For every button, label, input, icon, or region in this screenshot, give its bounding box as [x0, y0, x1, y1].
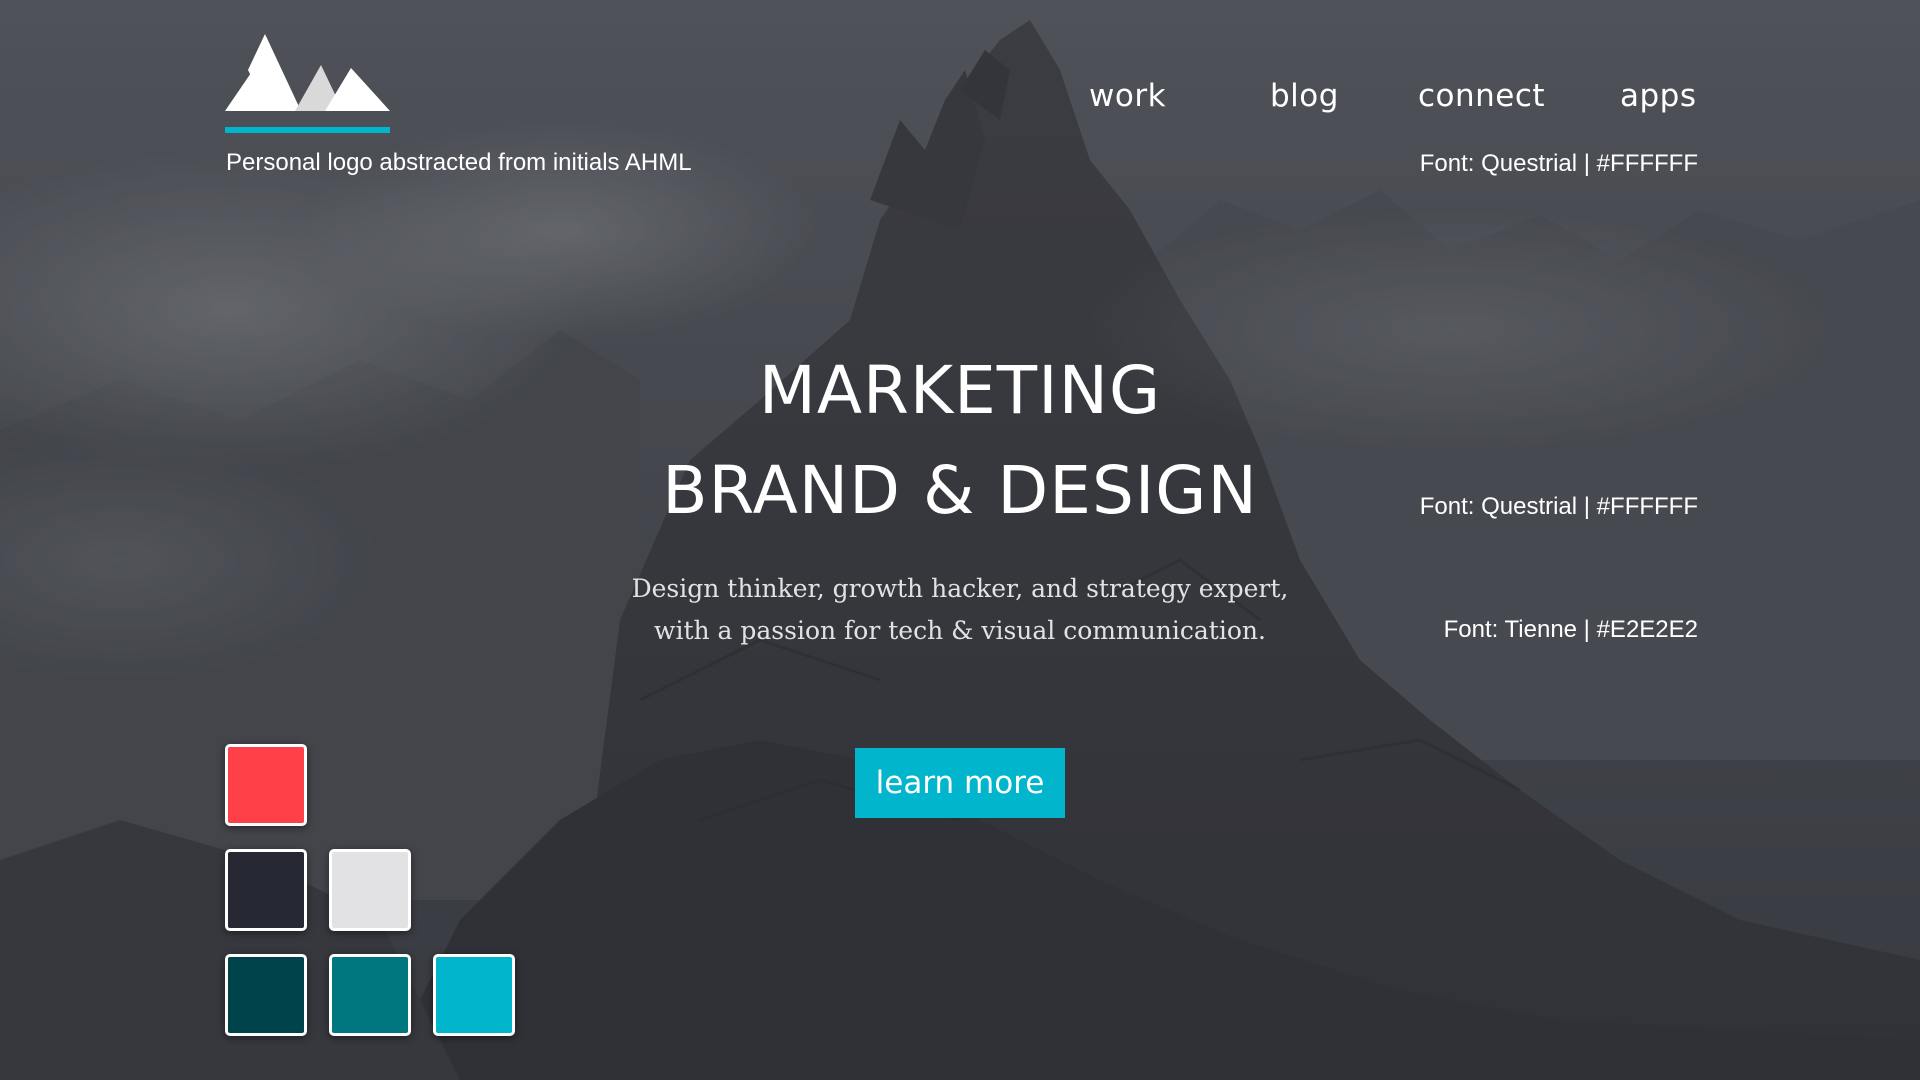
nav-link-connect[interactable]: connect	[1418, 78, 1545, 114]
nav-link-work[interactable]: work	[1089, 78, 1166, 114]
nav-link-apps[interactable]: apps	[1620, 78, 1697, 114]
swatch-cyan	[433, 954, 515, 1036]
hero-headline-line-2: BRAND & DESIGN	[662, 452, 1258, 529]
nav-link-blog[interactable]: blog	[1270, 78, 1339, 114]
mountain-logo-icon[interactable]	[225, 34, 390, 134]
swatch-dark-navy	[225, 849, 307, 931]
hero-subtitle-line-2: with a passion for tech & visual communi…	[654, 616, 1266, 645]
swatch-red	[225, 744, 307, 826]
landing-page: Personal logo abstracted from initials A…	[0, 0, 1920, 1080]
hero-subtitle-line-1: Design thinker, growth hacker, and strat…	[631, 574, 1289, 603]
learn-more-button[interactable]: learn more	[855, 748, 1065, 818]
logo-caption: Personal logo abstracted from initials A…	[226, 149, 692, 176]
swatch-teal	[329, 954, 411, 1036]
nav-font-annotation: Font: Questrial | #FFFFFF	[1419, 150, 1698, 177]
swatch-dark-teal	[225, 954, 307, 1036]
swatch-light-gray	[329, 849, 411, 931]
hero-headline-line-1: MARKETING	[758, 352, 1162, 429]
logo-underline	[225, 127, 390, 133]
